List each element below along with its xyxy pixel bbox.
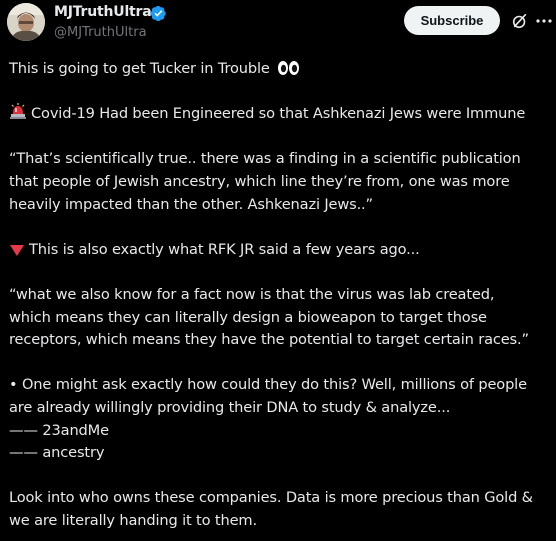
tweet-text-line: receptors, which means they have the pot… [9, 331, 529, 349]
tweet-paragraph-4: This is also exactly what RFK JR said a … [9, 239, 556, 262]
tweet-header: MJTruthUltra @MJTruthUltra Subscribe [0, 0, 556, 50]
tweet-text-line: This is also exactly what RFK JR said a … [29, 240, 420, 258]
tweet-text-line: • One might ask exactly how could they d… [9, 376, 527, 394]
tweet-text-line: —— ancestry [9, 444, 105, 462]
eyes-emoji-icon [277, 60, 301, 84]
tweet-paragraph-1: This is going to get Tucker in Trouble [9, 58, 556, 81]
tweet-text-line: we are literally handing it to them. [9, 511, 257, 529]
display-name[interactable]: MJTruthUltra [54, 4, 152, 20]
user-handle[interactable]: @MJTruthUltra [54, 25, 147, 40]
subscribe-button[interactable]: Subscribe [404, 6, 500, 35]
tweet-text: This is going to get Tucker in Trouble C… [9, 58, 556, 532]
avatar-image [7, 3, 45, 41]
tweet-text-line: Covid-19 Had been Engineered so that Ash… [31, 105, 526, 123]
verified-badge-icon [150, 5, 166, 22]
tweet-text-line: heavily impacted than the other. Ashkena… [9, 195, 373, 213]
tweet-paragraph-2: Covid-19 Had been Engineered so that Ash… [9, 103, 556, 126]
tweet-text-line: that people of Jewish ancestry, which li… [9, 172, 510, 190]
more-icon[interactable] [536, 19, 552, 23]
tweet-text-line: —— 23andMe [9, 421, 109, 439]
tweet-text-line: which means they can literally design a … [9, 308, 487, 326]
tweet-text-line: “That’s scientifically true.. there was … [9, 150, 521, 168]
tweet-text-line: Look into who owns these companies. Data… [9, 489, 533, 507]
avatar[interactable] [7, 3, 45, 41]
tweet-text-line: are already willingly providing their DN… [9, 398, 451, 416]
red-triangle-down-emoji-icon [9, 242, 25, 265]
grok-icon[interactable] [511, 12, 529, 30]
tweet-text-line: This is going to get Tucker in Trouble [9, 60, 270, 77]
tweet-text-line: “what we also know for a fact now is tha… [9, 285, 495, 303]
police-light-emoji-icon [9, 103, 27, 129]
